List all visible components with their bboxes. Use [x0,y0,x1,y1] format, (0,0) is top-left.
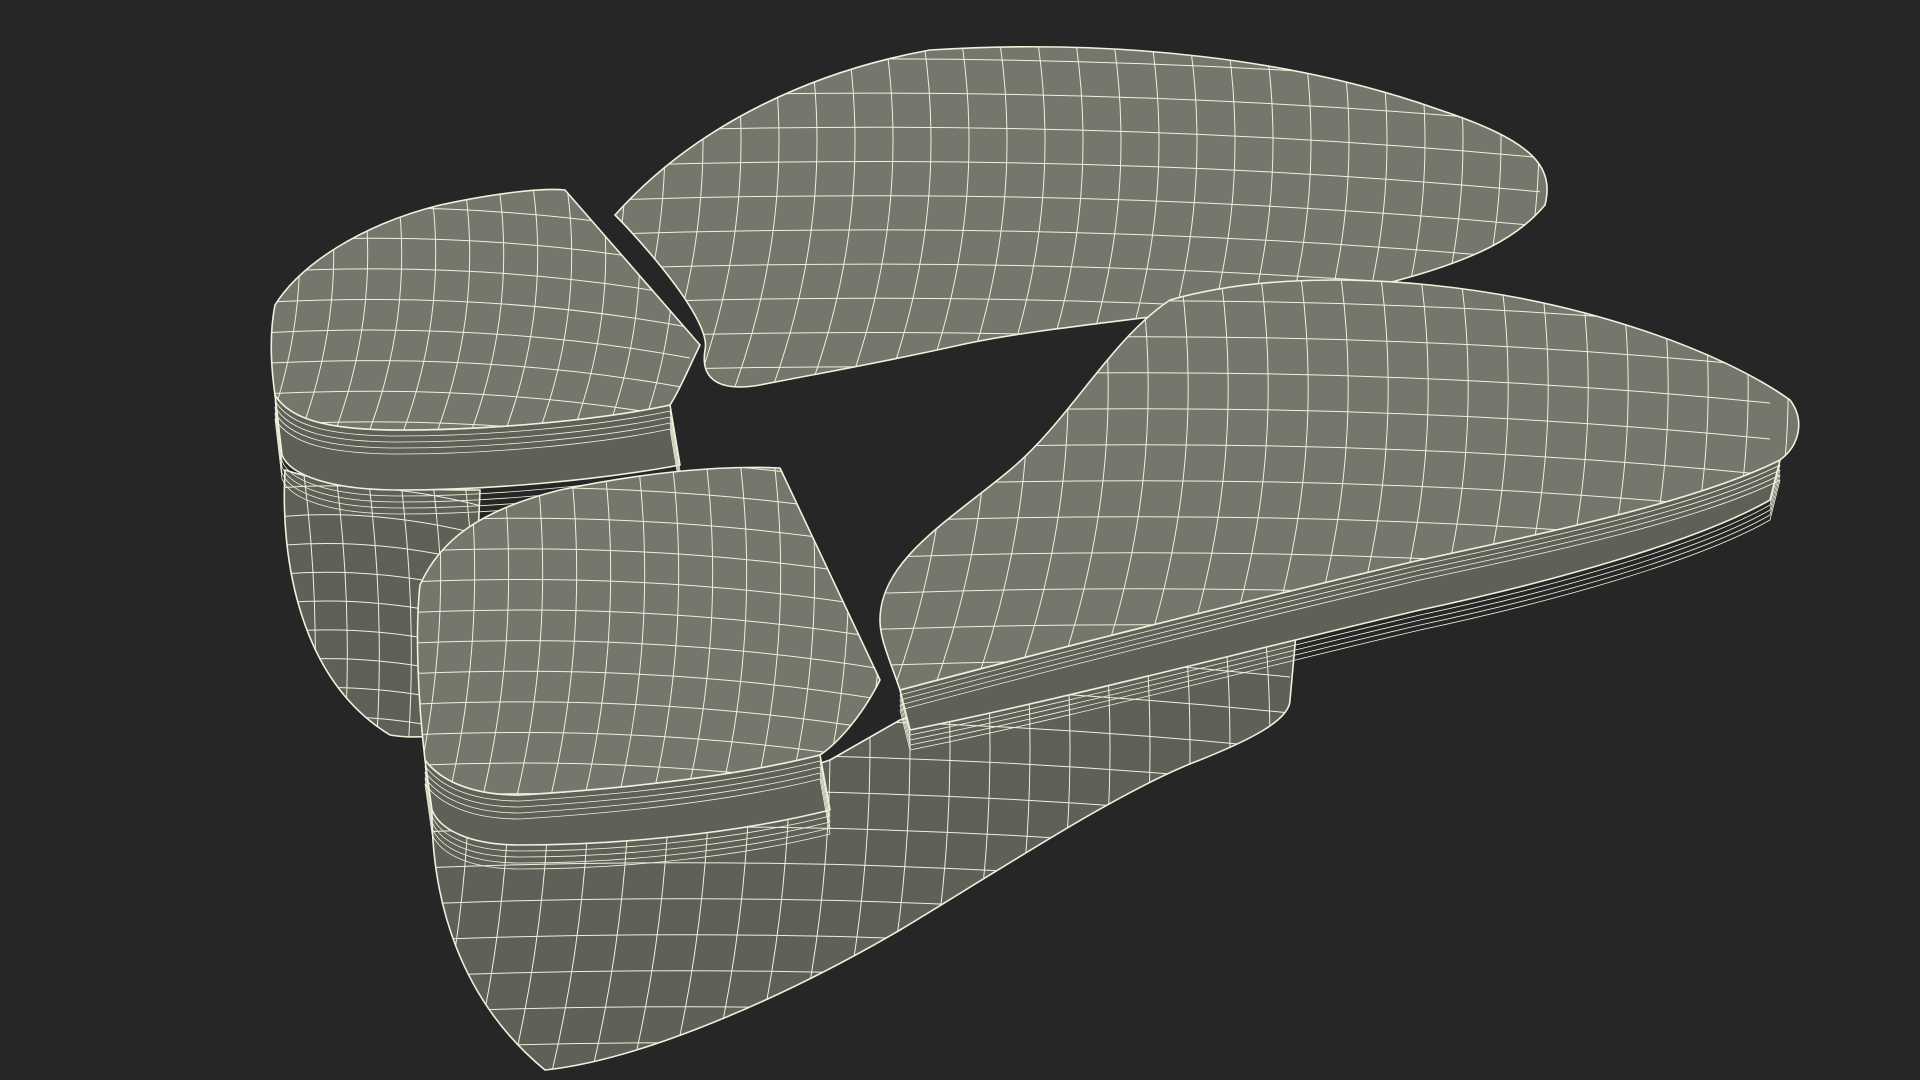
back-heel-wire-u [230,180,266,440]
wireframe-render [230,45,1800,1071]
render-viewport [0,0,1920,1080]
front-shoe-heel [416,466,881,796]
back-upper-wire-u [270,460,283,750]
